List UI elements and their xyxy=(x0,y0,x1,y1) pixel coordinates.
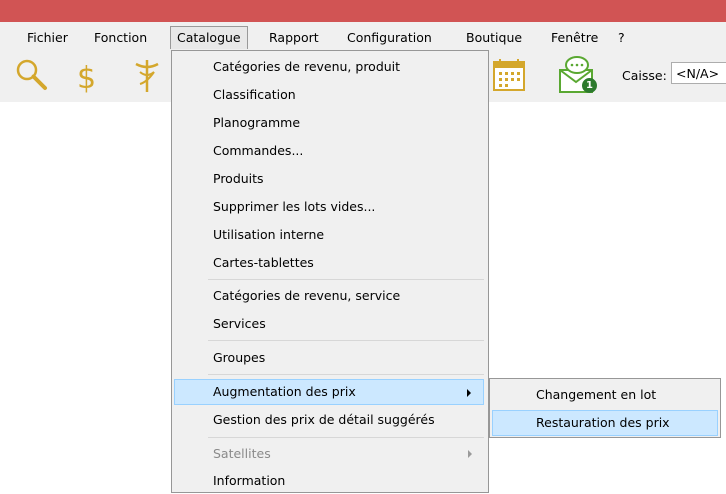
message-icon[interactable]: 1 xyxy=(556,54,602,96)
dollar-icon[interactable]: $ xyxy=(67,54,107,96)
submenu-arrow-icon xyxy=(467,389,471,397)
menu-item-categories-produit[interactable]: Catégories de revenu, produit xyxy=(174,54,484,80)
menu-boutique[interactable]: Boutique xyxy=(459,28,529,48)
menu-item-information[interactable]: Information xyxy=(174,468,484,494)
menu-item-gestion-prix[interactable]: Gestion des prix de détail suggérés xyxy=(174,407,484,433)
submenu-item-restauration-prix[interactable]: Restauration des prix xyxy=(492,410,718,436)
menu-rapport[interactable]: Rapport xyxy=(262,28,326,48)
menu-item-supprimer-lots[interactable]: Supprimer les lots vides... xyxy=(174,194,484,220)
menu-item-commandes[interactable]: Commandes... xyxy=(174,138,484,164)
menu-item-label: Augmentation des prix xyxy=(213,384,356,399)
menu-item-categories-service[interactable]: Catégories de revenu, service xyxy=(174,283,484,309)
menu-fichier[interactable]: Fichier xyxy=(20,28,75,48)
search-icon[interactable] xyxy=(12,54,52,96)
menubar: Fichier Fonction Catalogue Rapport Confi… xyxy=(0,22,726,52)
menu-fonction[interactable]: Fonction xyxy=(87,28,154,48)
menu-item-groupes[interactable]: Groupes xyxy=(174,345,484,371)
menu-item-augmentation-prix[interactable]: Augmentation des prix xyxy=(174,379,484,405)
menu-help[interactable]: ? xyxy=(611,28,632,48)
menu-item-planogramme[interactable]: Planogramme xyxy=(174,110,484,136)
menu-item-utilisation-interne[interactable]: Utilisation interne xyxy=(174,222,484,248)
caisse-label: Caisse: xyxy=(622,68,667,83)
submenu-item-changement-lot[interactable]: Changement en lot xyxy=(492,382,718,408)
submenu-arrow-icon xyxy=(468,450,472,458)
menu-item-services[interactable]: Services xyxy=(174,311,484,337)
menu-separator xyxy=(208,279,484,280)
caduceus-icon[interactable] xyxy=(124,54,170,96)
catalogue-menu: Catégories de revenu, produit Classifica… xyxy=(171,50,489,493)
svg-text:$: $ xyxy=(77,61,96,96)
menu-item-cartes-tablettes[interactable]: Cartes-tablettes xyxy=(174,250,484,276)
menu-item-classification[interactable]: Classification xyxy=(174,82,484,108)
menu-separator xyxy=(208,340,484,341)
calendar-icon[interactable] xyxy=(490,54,530,96)
menu-configuration[interactable]: Configuration xyxy=(340,28,439,48)
augmentation-prix-submenu: Changement en lot Restauration des prix xyxy=(489,378,721,438)
message-badge: 1 xyxy=(582,78,597,93)
menu-separator xyxy=(208,437,484,438)
caisse-select[interactable]: <N/A> xyxy=(671,62,726,84)
menu-item-label: Satellites xyxy=(213,446,271,461)
menu-separator xyxy=(208,374,484,375)
menu-item-produits[interactable]: Produits xyxy=(174,166,484,192)
menu-fenetre[interactable]: Fenêtre xyxy=(544,28,605,48)
window-titlebar xyxy=(0,0,726,22)
menu-catalogue[interactable]: Catalogue xyxy=(170,26,248,49)
menu-item-satellites[interactable]: Satellites xyxy=(174,441,484,467)
